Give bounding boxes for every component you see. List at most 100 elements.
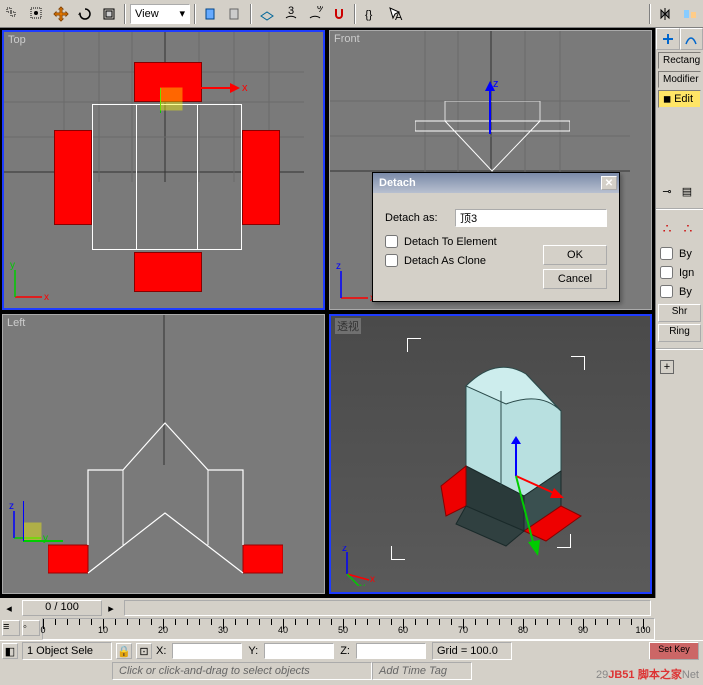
tool-angle-snap[interactable]: 3 (280, 3, 302, 25)
object-name-field[interactable]: Rectang (658, 52, 701, 69)
view-dropdown-label: View (135, 8, 159, 20)
geo-top-div1 (92, 104, 137, 250)
tool-scale[interactable] (98, 3, 120, 25)
coord-x-input[interactable] (172, 643, 242, 659)
tool-mirror[interactable] (655, 3, 677, 25)
coord-y-label: Y: (248, 645, 258, 657)
tool-select[interactable] (2, 3, 24, 25)
by-angle-checkbox[interactable] (660, 285, 673, 298)
status-bar: ◧ 1 Object Sele 🔒 ⊡ X: Y: Z: Grid = 100.… (0, 640, 703, 684)
by-vertex-checkbox[interactable] (660, 247, 673, 260)
svg-text:x: x (242, 82, 248, 94)
ok-button[interactable]: OK (543, 245, 607, 265)
tool-box2[interactable] (224, 3, 246, 25)
stack-options-icon[interactable]: ▤ (678, 182, 696, 200)
tool-box1[interactable] (200, 3, 222, 25)
time-slider-thumb[interactable]: 0 / 100 (22, 600, 102, 616)
svg-text:z: z (493, 79, 499, 90)
lock-icon[interactable]: 🔒 (116, 643, 132, 659)
cancel-button[interactable]: Cancel (543, 269, 607, 289)
detach-as-clone-checkbox[interactable] (385, 254, 398, 267)
selection-bracket (407, 338, 421, 352)
geo-top-flap-s (134, 252, 202, 292)
tool-cursor[interactable]: ABC (384, 3, 406, 25)
svg-text:x: x (370, 574, 375, 585)
move-gizmo-top[interactable]: x (160, 58, 250, 118)
rollout-expand-icon[interactable]: + (660, 360, 674, 374)
viewport-front-label: Front (334, 33, 360, 45)
tool-percent-snap[interactable]: % (304, 3, 326, 25)
panel-tab-modify[interactable] (680, 28, 703, 50)
view-dropdown[interactable]: View ▾ (130, 4, 190, 24)
time-slider[interactable]: ◂ 0 / 100 ▸ (0, 598, 655, 618)
track-view-icon[interactable]: ≡ (2, 620, 20, 636)
dialog-titlebar[interactable]: Detach ✕ (373, 173, 619, 193)
svg-text:%: % (317, 6, 323, 15)
coord-z-label: Z: (340, 645, 350, 657)
pin-stack-icon[interactable]: ⊸ (658, 182, 676, 200)
panel-tab-create[interactable] (656, 28, 680, 50)
svg-text:y: y (360, 582, 365, 586)
axis-gizmo-persp: x z y (337, 546, 377, 586)
coord-y-input[interactable] (264, 643, 334, 659)
move-gizmo-left[interactable] (23, 493, 73, 553)
geo-top-flap-e (242, 130, 280, 225)
viewport-left[interactable]: Left yz (2, 314, 325, 594)
modifier-stack-item[interactable]: ◼ Edit (658, 90, 701, 108)
ignore-backfacing-checkbox[interactable] (660, 266, 673, 279)
add-time-tag[interactable]: Add Time Tag (372, 662, 472, 680)
svg-text:z: z (9, 503, 14, 512)
move-gizmo-front[interactable]: z (470, 79, 520, 149)
shrink-button[interactable]: Shr (658, 304, 701, 322)
prev-frame-icon[interactable]: ◂ (0, 602, 18, 615)
detach-dialog: Detach ✕ Detach as: Detach To Element De… (372, 172, 620, 302)
detach-as-input[interactable] (455, 209, 607, 227)
viewport-persp-label: 透视 (335, 318, 361, 334)
tool-magnet[interactable] (328, 3, 350, 25)
tool-named-sel[interactable]: {} (360, 3, 382, 25)
command-panel: Rectang Modifier ◼ Edit ⊸ ▤ ∴ ∴ By Ign B… (655, 28, 703, 598)
selection-bracket (391, 546, 405, 560)
svg-text:{}: {} (365, 9, 373, 21)
viewport-perspective[interactable]: 透视 x z y (329, 314, 652, 594)
chevron-down-icon: ▾ (179, 7, 185, 20)
set-key-button[interactable]: Set Key (649, 642, 699, 660)
tool-move[interactable] (50, 3, 72, 25)
axis-gizmo-top: xy (10, 262, 50, 302)
close-icon[interactable]: ✕ (601, 176, 617, 190)
by-vertex-label: By (679, 248, 692, 260)
tool-snap-3d[interactable] (256, 3, 278, 25)
next-frame-icon[interactable]: ▸ (102, 602, 120, 615)
coord-z-input[interactable] (356, 643, 426, 659)
svg-text:z: z (336, 263, 341, 272)
maxscript-icon[interactable]: ◧ (2, 643, 18, 659)
selection-dots: ∴ ∴ (656, 216, 703, 241)
viewports-container: Top x xy Front (0, 28, 655, 598)
geo-left (48, 415, 283, 575)
key-mode-icon[interactable]: ◦ (22, 620, 40, 636)
detach-to-element-checkbox[interactable] (385, 235, 398, 248)
by-angle-label: By (679, 286, 692, 298)
ignore-label: Ign (679, 267, 694, 279)
tool-align[interactable] (679, 3, 701, 25)
modifier-list-dropdown[interactable]: Modifier (658, 71, 701, 88)
grid-status: Grid = 100.0 (432, 642, 512, 660)
dialog-title-text: Detach (379, 177, 416, 189)
coord-x-label: X: (156, 645, 166, 657)
viewport-top[interactable]: Top x xy (2, 30, 325, 310)
transform-type-icon[interactable]: ⊡ (136, 643, 152, 659)
ring-button[interactable]: Ring (658, 324, 701, 342)
geo-top-flap-w (54, 130, 92, 225)
watermark: 29JB51 脚本之家Net (596, 666, 699, 682)
ruler-scale[interactable]: 0102030405060708090100 (42, 618, 655, 640)
move-gizmo-persp[interactable] (486, 436, 586, 576)
main-toolbar: View ▾ 3 % {} ABC (0, 0, 703, 28)
prompt-text: Click or click-and-drag to select object… (112, 662, 372, 680)
time-ruler: ≡ ◦ 0102030405060708090100 (0, 618, 655, 640)
tool-select-region[interactable] (26, 3, 48, 25)
viewport-top-label: Top (8, 34, 26, 46)
svg-text:z: z (342, 546, 347, 554)
tool-rotate[interactable] (74, 3, 96, 25)
selection-status: 1 Object Sele (22, 642, 112, 660)
time-slider-track[interactable] (124, 600, 651, 616)
